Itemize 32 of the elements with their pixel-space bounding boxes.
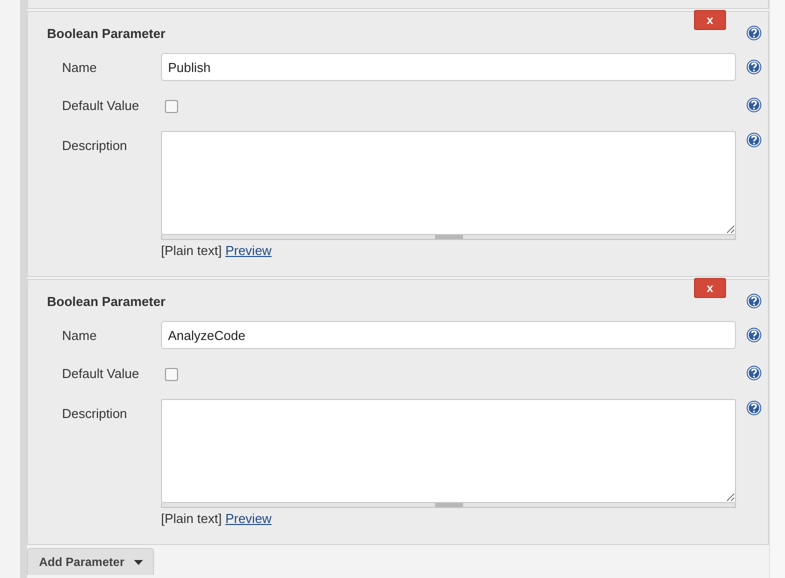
field-label: Name	[62, 60, 98, 74]
field-label: Description	[62, 406, 128, 421]
help-icon[interactable]	[746, 365, 762, 381]
resize-handle[interactable]	[161, 235, 736, 240]
resize-handle[interactable]	[161, 503, 736, 508]
format-note: [Plain text]	[161, 243, 222, 258]
preview-link[interactable]: Preview	[225, 243, 272, 258]
help-icon[interactable]	[746, 327, 762, 343]
parameter-title: Boolean Parameter	[47, 26, 166, 40]
preview-link[interactable]: Preview	[225, 511, 272, 526]
field-label: Description	[62, 138, 128, 153]
help-icon[interactable]	[746, 400, 762, 416]
help-icon[interactable]	[746, 132, 762, 148]
field-label: Default Value	[62, 366, 140, 380]
default-value-checkbox[interactable]	[165, 100, 178, 113]
help-icon[interactable]	[746, 97, 762, 113]
name-field[interactable]: Publish	[161, 53, 736, 81]
delete-button[interactable]: x	[694, 10, 726, 30]
description-field[interactable]	[161, 399, 736, 503]
field-label: Name	[62, 328, 98, 342]
field-label: Default Value	[62, 98, 140, 112]
description-field[interactable]	[161, 131, 736, 235]
help-icon[interactable]	[746, 25, 762, 41]
name-field[interactable]: AnalyzeCode	[161, 321, 736, 349]
format-note: [Plain text]	[161, 511, 222, 526]
help-icon[interactable]	[746, 293, 762, 309]
default-value-checkbox[interactable]	[165, 368, 178, 381]
parameter-title: Boolean Parameter	[47, 294, 166, 308]
help-icon[interactable]	[746, 59, 762, 75]
delete-button[interactable]: x	[694, 278, 726, 298]
add-parameter-button[interactable]: Add Parameter	[27, 548, 154, 575]
caret-icon	[134, 560, 144, 564]
